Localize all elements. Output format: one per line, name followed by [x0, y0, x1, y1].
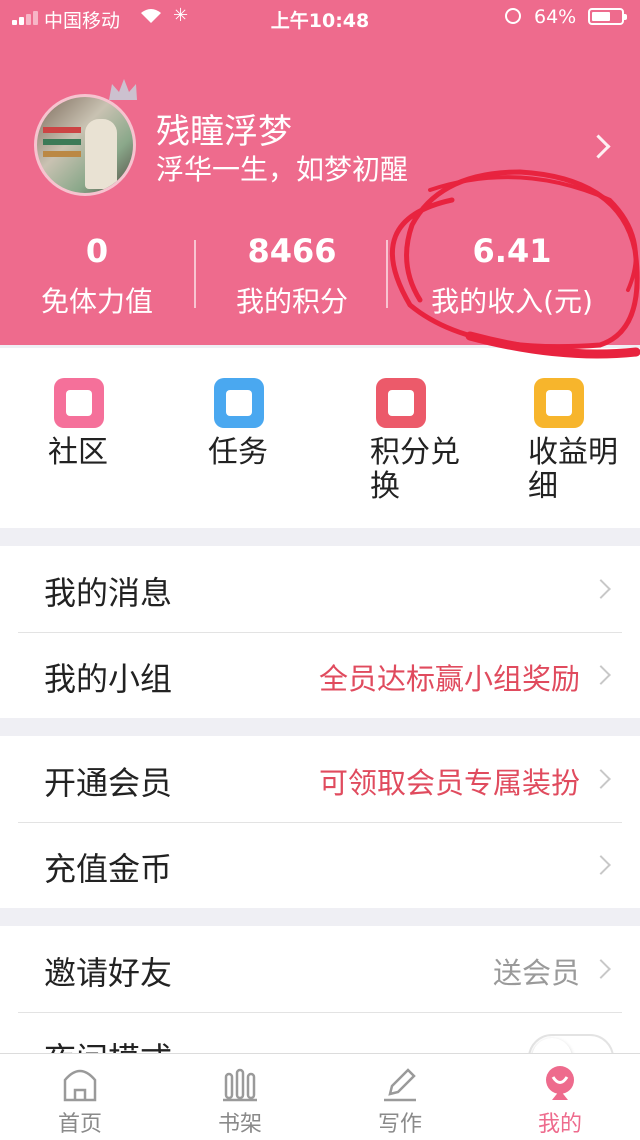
stat-income[interactable]: 6.41 我的收入(元): [396, 232, 628, 320]
pen-icon: [384, 1068, 416, 1102]
battery-percent: 64%: [534, 6, 577, 28]
profile-name: 残瞳浮梦: [156, 112, 292, 152]
chevron-right-icon: [591, 665, 611, 685]
menu-group-settings: 邀请好友 送会员 夜间模式: [0, 926, 640, 1056]
menu-item-group[interactable]: 我的小组 全员达标赢小组奖励: [0, 632, 640, 718]
menu-item-messages[interactable]: 我的消息: [0, 546, 640, 632]
stat-value: 6.41: [472, 232, 552, 270]
profile-chevron-icon[interactable]: [586, 134, 611, 159]
stat-divider: [386, 240, 388, 308]
menu-item-label: 开通会员: [44, 764, 173, 802]
stat-value: 0: [85, 232, 109, 270]
tab-label: 我的: [537, 1112, 582, 1137]
gift-icon: [376, 378, 426, 428]
profile-icon: [546, 1066, 574, 1100]
stat-label: 我的收入(元): [431, 285, 593, 318]
piggy-bank-icon: [534, 378, 584, 428]
chevron-right-icon: [591, 959, 611, 979]
menu-item-label: 邀请好友: [44, 954, 173, 992]
battery-icon: [588, 8, 627, 25]
tab-label: 写作: [377, 1112, 422, 1137]
menu-item-hint: 可领取会员专属装扮: [318, 766, 580, 800]
tab-bookshelf[interactable]: 书架: [160, 1054, 320, 1140]
crown-icon: [109, 79, 137, 100]
quick-action-label: 收益明细: [528, 435, 618, 504]
menu-item-label: 我的消息: [44, 574, 173, 612]
stat-label: 我的积分: [235, 285, 348, 318]
tab-home[interactable]: 首页: [0, 1054, 160, 1140]
menu-item-invite[interactable]: 邀请好友 送会员: [0, 926, 640, 1012]
quick-action-label: 任务: [208, 435, 268, 470]
quick-action-label: 社区: [48, 435, 108, 470]
heart-icon: [54, 378, 104, 428]
bookshelf-icon: [223, 1068, 257, 1102]
chevron-right-icon: [591, 855, 611, 875]
menu-item-night-mode[interactable]: 夜间模式: [0, 1012, 640, 1056]
home-icon: [63, 1069, 97, 1102]
profile-header: 中国移动 ✳ 上午10:48 64% 残瞳浮梦 浮华一生，如梦初醒 0 免体力值…: [0, 0, 640, 345]
tab-label: 首页: [57, 1112, 102, 1137]
menu-item-label: 我的小组: [44, 660, 173, 698]
stat-divider: [194, 240, 196, 308]
chevron-right-icon: [591, 579, 611, 599]
tab-profile[interactable]: 我的: [480, 1054, 640, 1140]
orientation-lock-icon: [505, 8, 521, 24]
chevron-right-icon: [591, 769, 611, 789]
profile-signature: 浮华一生，如梦初醒: [156, 153, 409, 186]
tab-label: 书架: [217, 1112, 262, 1137]
menu-group-social: 我的消息 我的小组 全员达标赢小组奖励: [0, 546, 640, 718]
list-icon: [214, 378, 264, 428]
quick-actions: 社区 任务 积分兑换 收益明细: [0, 348, 640, 528]
menu-item-recharge[interactable]: 充值金币: [0, 822, 640, 908]
stat-label: 免体力值: [40, 285, 153, 318]
tab-write[interactable]: 写作: [320, 1054, 480, 1140]
stat-value: 8466: [247, 232, 337, 270]
avatar[interactable]: [34, 94, 136, 196]
stat-stamina[interactable]: 0 免体力值: [14, 232, 180, 320]
menu-group-account: 开通会员 可领取会员专属装扮 充值金币: [0, 736, 640, 908]
status-bar: 中国移动 ✳ 上午10:48 64%: [0, 0, 640, 36]
stat-points[interactable]: 8466 我的积分: [204, 232, 380, 320]
menu-item-hint: 送会员: [492, 956, 580, 990]
menu-item-hint: 全员达标赢小组奖励: [318, 662, 580, 696]
tab-bar: 首页 书架 写作 我的: [0, 1053, 640, 1140]
menu-item-label: 充值金币: [44, 850, 173, 888]
quick-action-label: 积分兑换: [370, 435, 460, 504]
menu-item-vip[interactable]: 开通会员 可领取会员专属装扮: [0, 736, 640, 822]
